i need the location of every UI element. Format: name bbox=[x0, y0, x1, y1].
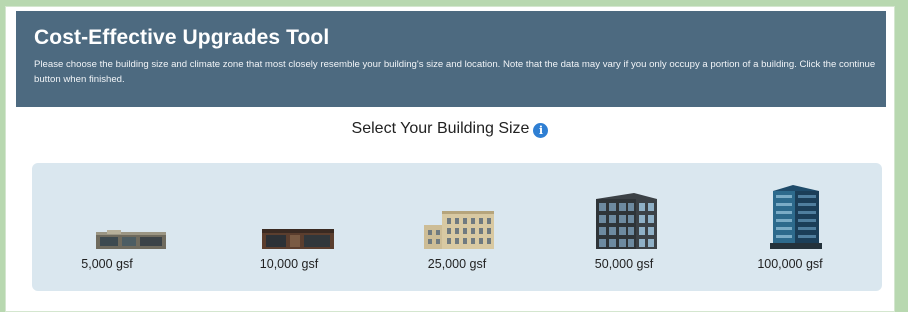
section-title: Select Your Building Size bbox=[351, 120, 530, 137]
building-size-label: 25,000 gsf bbox=[427, 257, 487, 271]
building-size-label: 50,000 gsf bbox=[594, 257, 654, 271]
building-size-label: 5,000 gsf bbox=[81, 257, 133, 271]
header-banner: Cost-Effective Upgrades Tool Please choo… bbox=[16, 11, 886, 107]
info-icon[interactable]: i bbox=[533, 123, 549, 138]
building-size-label: 100,000 gsf bbox=[757, 257, 823, 271]
section-heading: Select Your Building Size i bbox=[6, 119, 894, 139]
page-title: Cost-Effective Upgrades Tool bbox=[34, 26, 330, 49]
high-rise-tower-icon bbox=[770, 185, 822, 249]
brick-building-icon bbox=[262, 229, 334, 249]
building-option-25000[interactable]: 25,000 gsf bbox=[382, 163, 532, 291]
glass-tower-icon bbox=[596, 193, 657, 249]
page-description: Please choose the building size and clim… bbox=[34, 59, 876, 85]
page: Cost-Effective Upgrades Tool Please choo… bbox=[5, 6, 895, 312]
building-size-label: 10,000 gsf bbox=[259, 257, 319, 271]
small-commercial-building-icon bbox=[96, 230, 166, 249]
building-option-100000[interactable]: 100,000 gsf bbox=[715, 163, 865, 291]
building-option-10000[interactable]: 10,000 gsf bbox=[214, 163, 364, 291]
building-option-50000[interactable]: 50,000 gsf bbox=[549, 163, 699, 291]
building-size-options: 5,000 gsf 10,000 gsf 25,000 gsf 50,000 g… bbox=[32, 163, 882, 291]
mid-rise-building-icon bbox=[424, 211, 494, 249]
building-option-5000[interactable]: 5,000 gsf bbox=[32, 163, 182, 291]
